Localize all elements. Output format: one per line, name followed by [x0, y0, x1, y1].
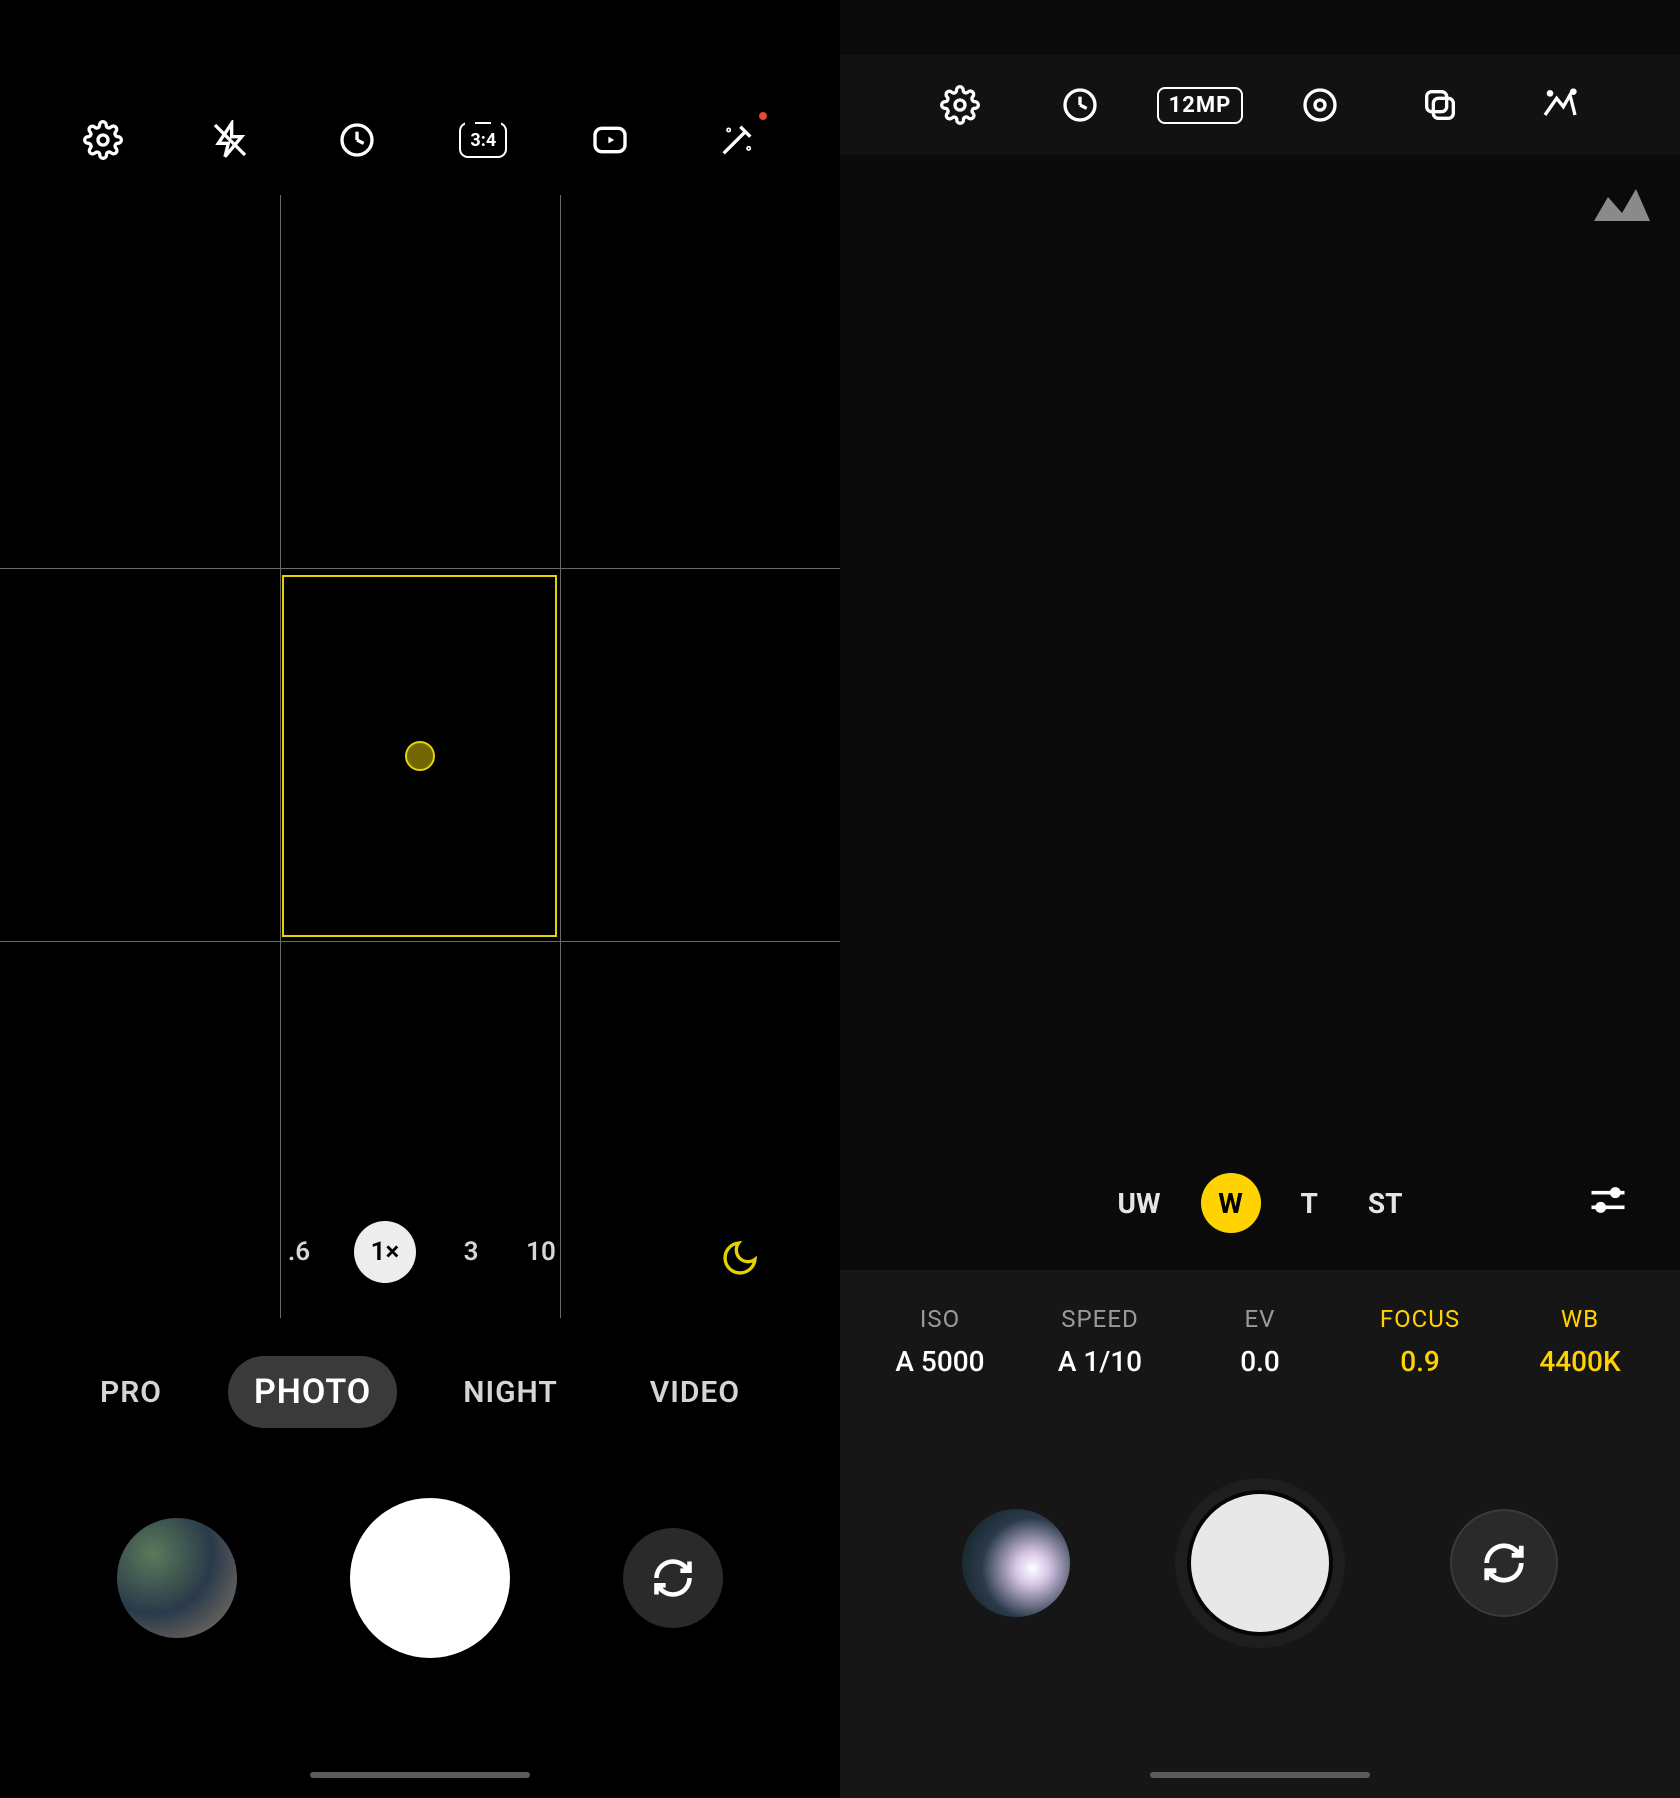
pro-params-row: ISO A 5000 SPEED A 1/10 EV 0.0 FOCUS 0.9…: [840, 1270, 1680, 1378]
zoom-selector: .6 1× 3 10: [0, 1221, 840, 1283]
gallery-thumbnail[interactable]: [962, 1509, 1070, 1617]
mode-pro[interactable]: PRO: [74, 1359, 188, 1426]
resolution-label: 12MP: [1157, 87, 1244, 124]
param-value: 4400K: [1515, 1345, 1645, 1378]
param-value: 0.0: [1195, 1345, 1325, 1378]
param-value: 0.9: [1355, 1345, 1485, 1378]
resolution-button[interactable]: 12MP: [1178, 83, 1222, 127]
zoom-3x[interactable]: 3: [456, 1237, 486, 1267]
param-wb[interactable]: WB 4400K: [1515, 1305, 1645, 1378]
mode-night[interactable]: NIGHT: [437, 1359, 584, 1426]
param-speed[interactable]: SPEED A 1/10: [1035, 1305, 1165, 1378]
focus-point[interactable]: [405, 741, 435, 771]
timer-icon[interactable]: [333, 116, 381, 164]
shutter-button[interactable]: [350, 1498, 510, 1658]
grid-line: [0, 941, 840, 942]
param-value: A 1/10: [1035, 1345, 1165, 1378]
param-focus[interactable]: FOCUS 0.9: [1355, 1305, 1485, 1378]
param-label: FOCUS: [1355, 1305, 1485, 1333]
param-value: A 5000: [875, 1345, 1005, 1378]
shutter-row-right: [840, 1478, 1680, 1648]
mode-photo[interactable]: PHOTO: [228, 1356, 397, 1428]
timer-icon[interactable]: [1058, 83, 1102, 127]
lens-supertele[interactable]: ST: [1358, 1179, 1413, 1228]
shutter-row-left: [0, 1498, 840, 1658]
param-iso[interactable]: ISO A 5000: [875, 1305, 1005, 1378]
grid-line: [280, 195, 281, 1318]
home-indicator[interactable]: [1150, 1772, 1370, 1778]
aspect-ratio-label: 3:4: [470, 130, 496, 151]
param-ev[interactable]: EV 0.0: [1195, 1305, 1325, 1378]
focus-rectangle[interactable]: [282, 575, 557, 937]
param-label: WB: [1515, 1305, 1645, 1333]
gallery-thumbnail[interactable]: [117, 1518, 237, 1638]
zoom-1x[interactable]: 1×: [354, 1221, 416, 1283]
flash-off-icon[interactable]: [206, 116, 254, 164]
mode-selector[interactable]: PRO PHOTO NIGHT VIDEO: [0, 1356, 840, 1428]
top-toolbar-right: 12MP: [840, 55, 1680, 155]
motion-photo-icon[interactable]: [586, 116, 634, 164]
settings-icon[interactable]: [938, 83, 982, 127]
lens-ultrawide[interactable]: UW: [1108, 1179, 1171, 1228]
switch-camera-button[interactable]: [623, 1528, 723, 1628]
zoom-10x[interactable]: 10: [526, 1237, 556, 1267]
effects-indicator-dot: [759, 112, 767, 120]
lens-selector: UW W T ST: [840, 1173, 1680, 1233]
pro-bottom-panel: ISO A 5000 SPEED A 1/10 EV 0.0 FOCUS 0.9…: [840, 1270, 1680, 1798]
switch-camera-button[interactable]: [1450, 1509, 1558, 1617]
mode-video[interactable]: VIDEO: [624, 1359, 766, 1426]
format-icon[interactable]: [1418, 83, 1462, 127]
zoom-ultrawide[interactable]: .6: [284, 1237, 314, 1267]
effects-icon[interactable]: [713, 116, 761, 164]
shutter-button[interactable]: [1175, 1478, 1345, 1648]
styles-icon[interactable]: [1538, 83, 1582, 127]
night-mode-icon[interactable]: [720, 1238, 760, 1278]
param-label: SPEED: [1035, 1305, 1165, 1333]
metering-icon[interactable]: [1298, 83, 1342, 127]
lens-wide[interactable]: W: [1201, 1173, 1261, 1233]
lens-tele[interactable]: T: [1291, 1179, 1328, 1228]
param-label: ISO: [875, 1305, 1005, 1333]
top-toolbar-left: 3:4: [0, 95, 840, 185]
home-indicator[interactable]: [310, 1772, 530, 1778]
histogram-icon[interactable]: [1594, 185, 1650, 221]
grid-line: [560, 195, 561, 1318]
adjustments-icon[interactable]: [1586, 1178, 1630, 1222]
viewfinder-left[interactable]: [0, 195, 840, 1318]
param-label: EV: [1195, 1305, 1325, 1333]
settings-icon[interactable]: [79, 116, 127, 164]
aspect-ratio-button[interactable]: 3:4: [459, 116, 507, 164]
grid-line: [0, 568, 840, 569]
